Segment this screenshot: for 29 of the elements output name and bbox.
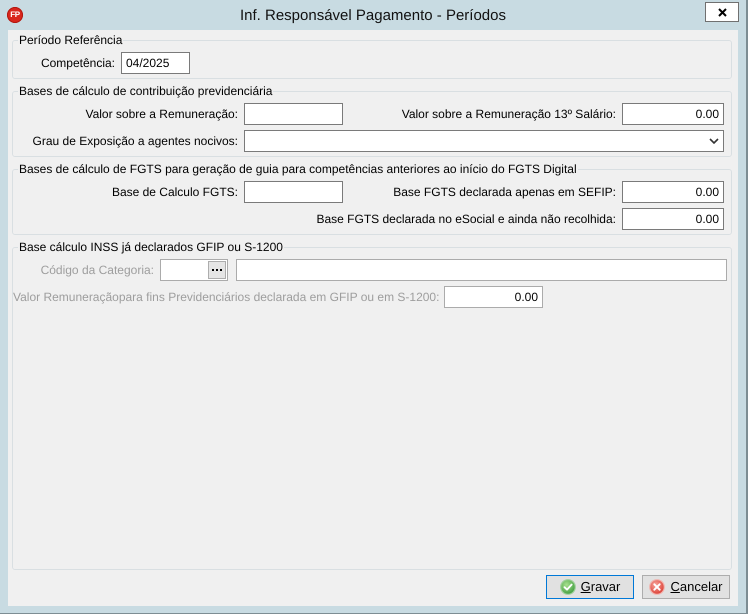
field-label: Base de Calculo FGTS: xyxy=(110,185,239,199)
input-field[interactable] xyxy=(244,181,343,203)
input-field[interactable]: 04/2025 xyxy=(121,52,190,74)
close-button[interactable] xyxy=(705,2,739,22)
group-title: Base cálculo INSS já declarados GFIP ou S-1200 xyxy=(18,240,284,254)
input-field[interactable]: 0.00 xyxy=(622,181,724,203)
input-field[interactable]: 0.00 xyxy=(622,103,724,125)
chevron-down-icon xyxy=(709,138,719,144)
group-title: Bases de cálculo de FGTS para geração de guia para competências anteriores ao início do FGTS Digital xyxy=(18,162,578,176)
cancel-button[interactable]: Cancelar xyxy=(642,575,730,599)
field-label: Valor sobre a Remuneração: xyxy=(84,107,239,121)
field-label: Valor sobre a Remuneração 13º Salário: xyxy=(400,107,617,121)
close-icon xyxy=(718,8,726,16)
field-label: Base FGTS declarada apenas em SEFIP: xyxy=(392,185,617,199)
dropdown-field[interactable] xyxy=(244,130,724,152)
group-title: Bases de cálculo de contribuição previdenciária xyxy=(18,84,274,98)
save-button[interactable]: Gravar xyxy=(546,575,634,599)
field-label: Código da Categoria: xyxy=(40,263,155,277)
input-field[interactable] xyxy=(244,103,343,125)
field-label: Base FGTS declarada no eSocial e ainda não recolhida: xyxy=(315,212,617,226)
input-field[interactable]: 0.00 xyxy=(622,208,724,230)
check-circle-icon xyxy=(560,579,576,595)
field-label: Grau de Exposição a agentes nocivos: xyxy=(32,134,239,148)
app-logo: FP xyxy=(7,7,23,23)
window-title: Inf. Responsável Pagamento - Períodos xyxy=(240,6,506,26)
field-label: Competência: xyxy=(40,56,116,70)
field-label: Valor Remuneraçãopara fins Previdenciários declarada em GFIP ou em S-1200: xyxy=(13,290,440,304)
cross-circle-icon xyxy=(649,579,666,595)
group-title: Período Referência xyxy=(18,33,124,47)
